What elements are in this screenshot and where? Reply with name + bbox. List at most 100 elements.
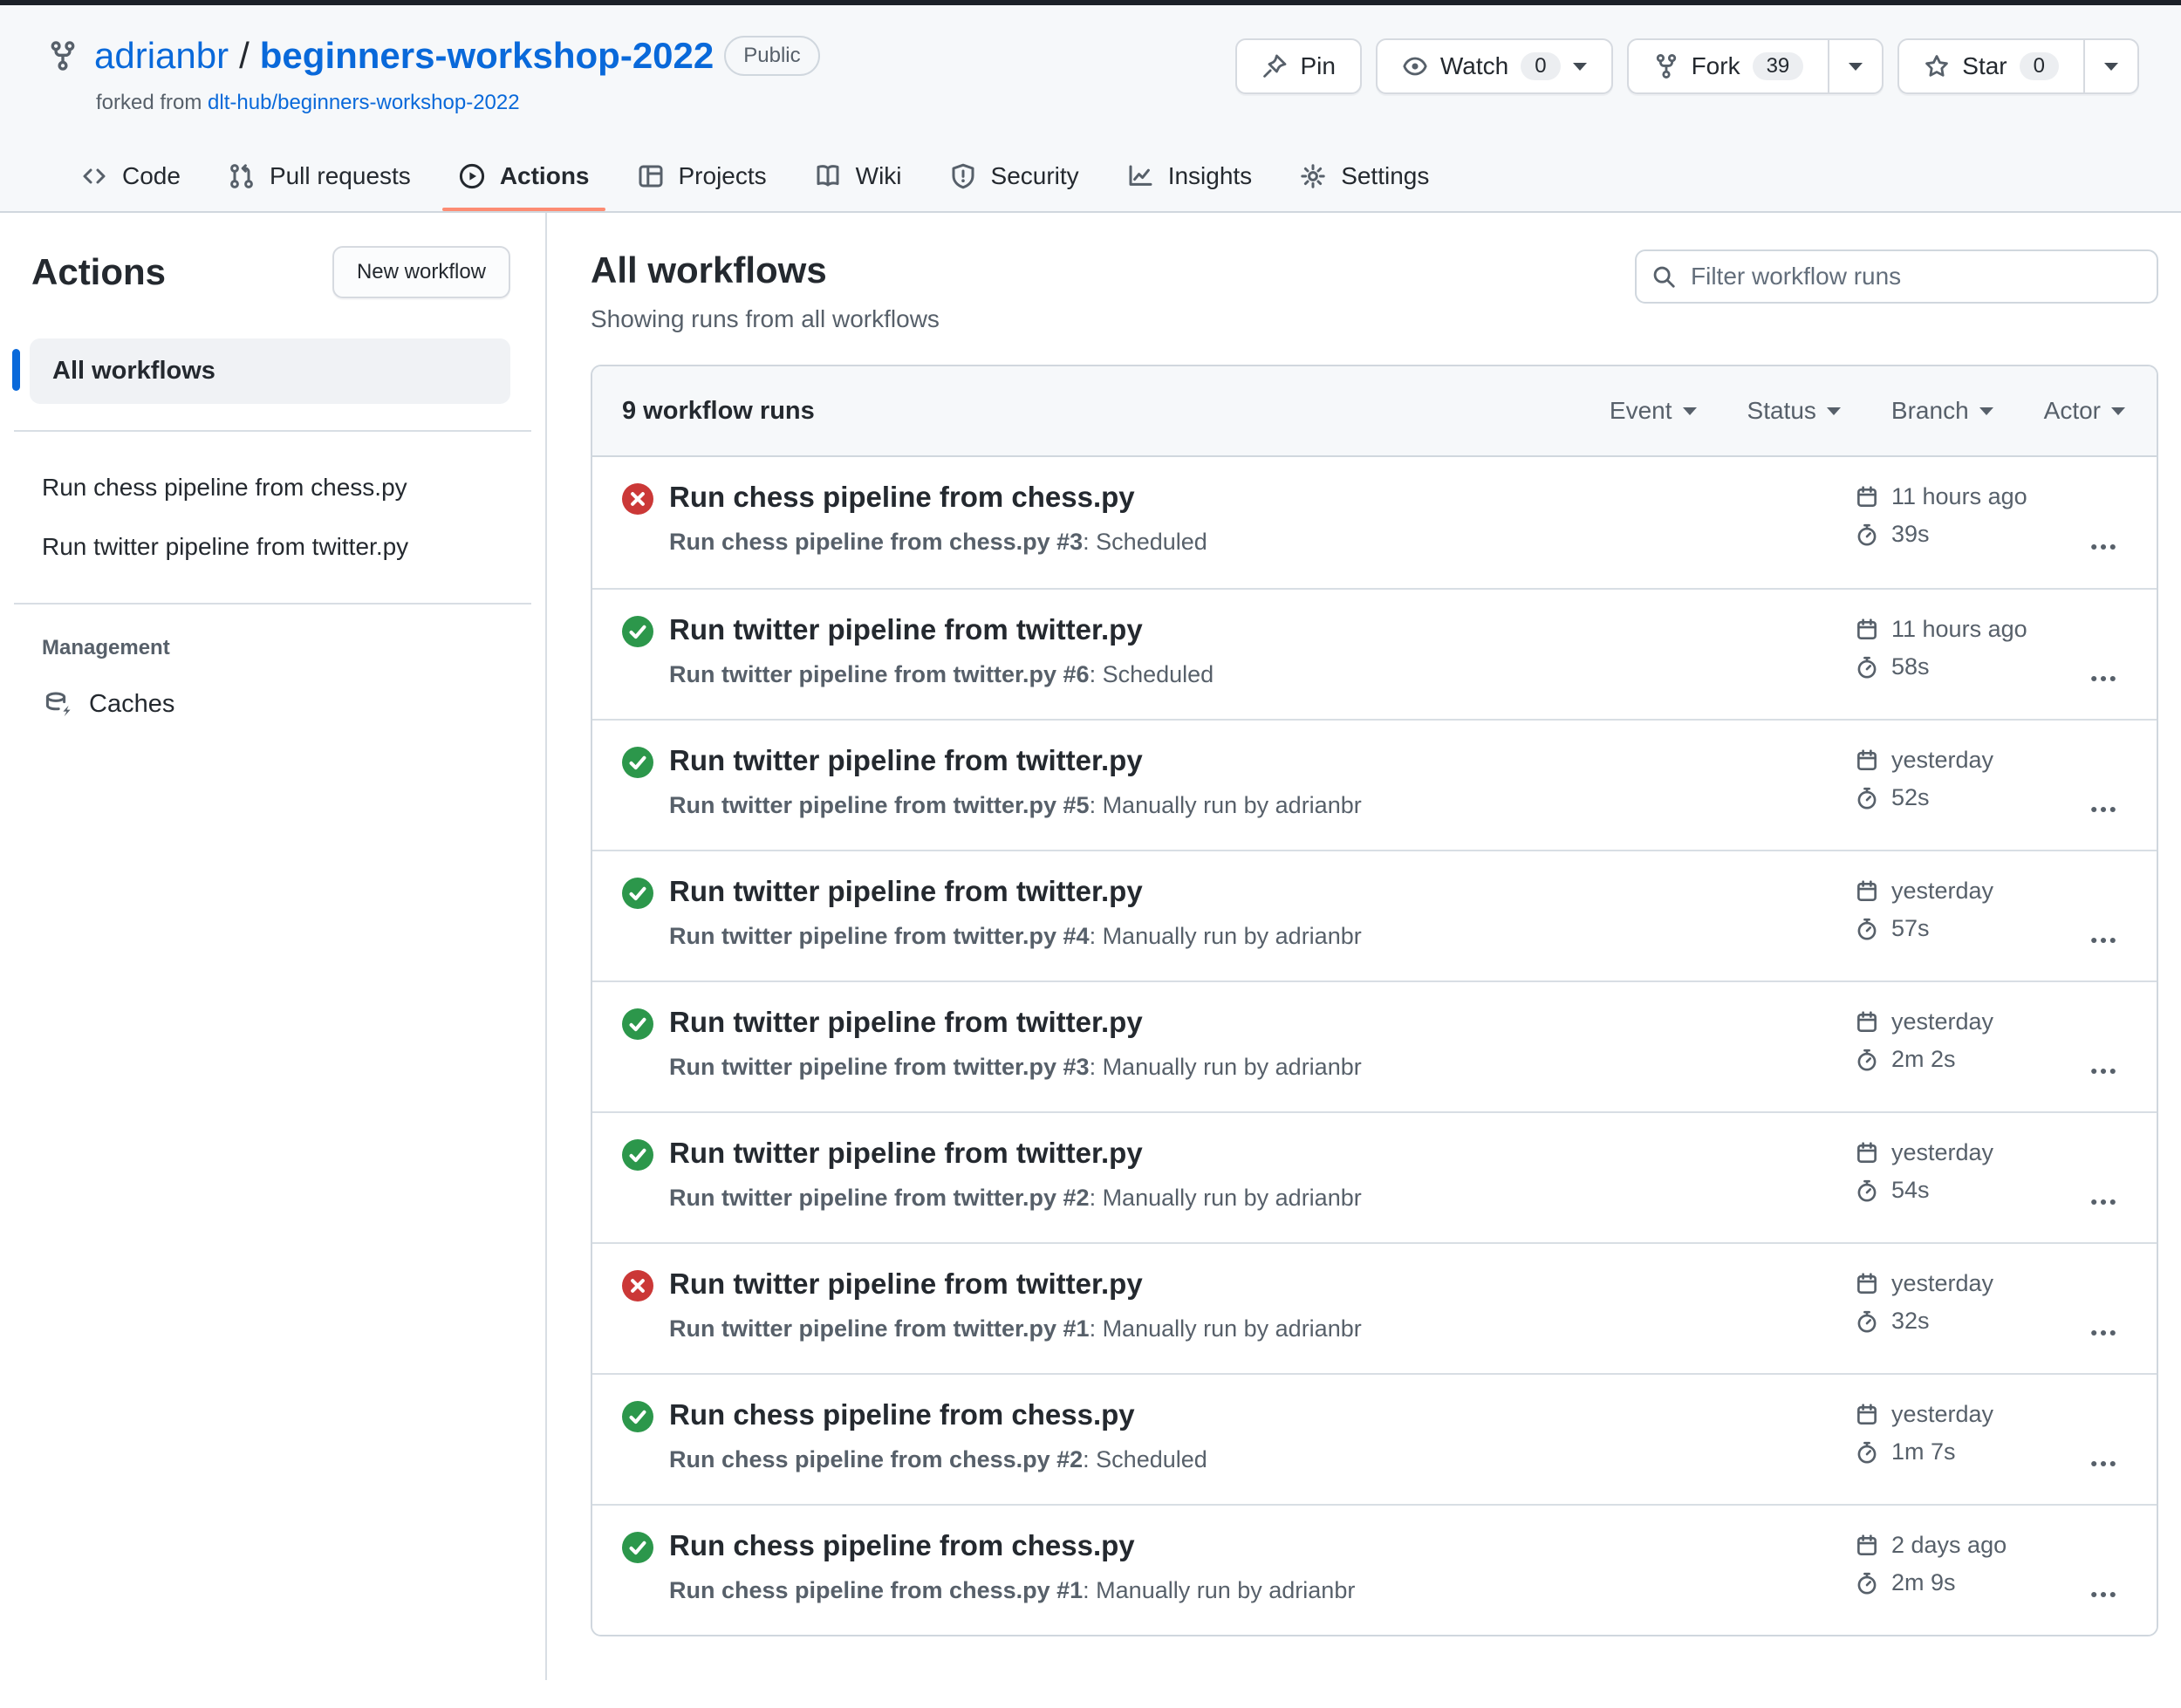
sidebar-item-caches[interactable]: Caches <box>44 690 545 719</box>
selected-item-marker <box>12 349 20 391</box>
tab-insights[interactable]: Insights <box>1111 141 1268 211</box>
workflow-run-event-text: : Manually run by adrianbr <box>1089 923 1362 949</box>
tab-projects[interactable]: Projects <box>621 141 783 211</box>
kebab-menu-button[interactable] <box>2073 874 2134 980</box>
sidebar-item-all-workflows[interactable]: All workflows <box>30 338 510 404</box>
calendar-icon <box>1855 748 1879 773</box>
fork-dropdown[interactable] <box>1828 40 1882 92</box>
tab-settings[interactable]: Settings <box>1283 141 1445 211</box>
workflow-run-row[interactable]: Run twitter pipeline from twitter.py Run… <box>592 588 2157 719</box>
workflow-run-description: Run chess pipeline from chess.py #3: Sch… <box>669 529 1855 556</box>
workflow-run-number-link[interactable]: Run chess pipeline from chess.py #3 <box>669 529 1083 555</box>
workflow-run-number-link[interactable]: Run chess pipeline from chess.py #1 <box>669 1577 1083 1603</box>
workflow-run-number-link[interactable]: Run chess pipeline from chess.py #2 <box>669 1446 1083 1472</box>
kebab-menu-button[interactable] <box>2073 1136 2134 1242</box>
repo-breadcrumb: adrianbr / beginners-workshop-2022 Publi… <box>94 35 820 77</box>
workflow-run-title-link[interactable]: Run twitter pipeline from twitter.py <box>669 1136 1143 1171</box>
forked-from-link[interactable]: dlt-hub/beginners-workshop-2022 <box>208 91 520 114</box>
run-time: yesterday <box>1891 1401 1994 1427</box>
calendar-icon <box>1855 1141 1879 1165</box>
filter-workflow-runs-input[interactable] <box>1635 249 2158 304</box>
workflow-run-row[interactable]: Run twitter pipeline from twitter.py Run… <box>592 1111 2157 1242</box>
workflow-run-number-link[interactable]: Run twitter pipeline from twitter.py #5 <box>669 792 1090 818</box>
tab-pull-requests[interactable]: Pull requests <box>212 141 427 211</box>
workflow-run-title-link[interactable]: Run twitter pipeline from twitter.py <box>669 743 1143 778</box>
tab-actions[interactable]: Actions <box>441 141 605 211</box>
workflow-run-row[interactable]: Run twitter pipeline from twitter.py Run… <box>592 1242 2157 1373</box>
star-button[interactable]: Star 0 <box>1897 38 2139 94</box>
chevron-down-icon <box>2111 407 2125 415</box>
kebab-menu-button[interactable] <box>2073 1528 2134 1635</box>
workflow-run-title-link[interactable]: Run twitter pipeline from twitter.py <box>669 1267 1143 1301</box>
tab-wiki[interactable]: Wiki <box>798 141 918 211</box>
workflow-run-number-link[interactable]: Run twitter pipeline from twitter.py #1 <box>669 1315 1090 1342</box>
workflow-run-row[interactable]: Run twitter pipeline from twitter.py Run… <box>592 850 2157 980</box>
workflow-run-title-link[interactable]: Run chess pipeline from chess.py <box>669 1397 1135 1432</box>
fork-button[interactable]: Fork 39 <box>1626 38 1884 94</box>
sidebar-title: Actions <box>31 251 167 292</box>
repo-forked-icon <box>1653 53 1679 79</box>
kebab-menu-button[interactable] <box>2073 743 2134 850</box>
workflow-run-number-link[interactable]: Run twitter pipeline from twitter.py #6 <box>669 661 1090 687</box>
workflow-run-title-link[interactable]: Run chess pipeline from chess.py <box>669 1528 1135 1563</box>
kebab-menu-button[interactable] <box>2073 480 2134 588</box>
kebab-icon <box>2091 1591 2116 1598</box>
check-circle-icon <box>622 1401 653 1432</box>
code-icon <box>80 162 108 190</box>
workflow-run-number-link[interactable]: Run twitter pipeline from twitter.py #4 <box>669 923 1090 949</box>
run-time: 11 hours ago <box>1891 616 2027 642</box>
kebab-menu-button[interactable] <box>2073 1005 2134 1111</box>
run-duration: 52s <box>1891 784 1930 810</box>
workflow-run-row[interactable]: Run chess pipeline from chess.py Run che… <box>592 1504 2157 1635</box>
tab-label: Projects <box>678 162 767 189</box>
kebab-menu-button[interactable] <box>2073 1397 2134 1504</box>
watch-button[interactable]: Watch 0 <box>1375 38 1613 94</box>
shield-icon <box>949 162 977 190</box>
run-time: 11 hours ago <box>1891 483 2027 509</box>
star-count: 0 <box>2019 52 2059 80</box>
workflow-run-title-link[interactable]: Run twitter pipeline from twitter.py <box>669 1005 1143 1040</box>
run-time: yesterday <box>1891 1270 1994 1296</box>
kebab-menu-button[interactable] <box>2073 1267 2134 1373</box>
workflow-run-title-link[interactable]: Run chess pipeline from chess.py <box>669 480 1135 515</box>
pin-button[interactable]: Pin <box>1235 38 1362 94</box>
actor-filter-dropdown[interactable]: Actor <box>2044 397 2125 425</box>
workflow-run-description: Run twitter pipeline from twitter.py #1:… <box>669 1315 1855 1342</box>
workflow-run-row[interactable]: Run chess pipeline from chess.py Run che… <box>592 457 2157 588</box>
tab-code[interactable]: Code <box>65 141 196 211</box>
workflow-run-row[interactable]: Run chess pipeline from chess.py Run che… <box>592 1373 2157 1504</box>
workflow-run-row[interactable]: Run twitter pipeline from twitter.py Run… <box>592 980 2157 1111</box>
star-button-label: Star <box>1962 52 2007 79</box>
page-subtitle: Showing runs from all workflows <box>591 305 940 332</box>
kebab-menu-button[interactable] <box>2073 612 2134 719</box>
status-filter-dropdown[interactable]: Status <box>1747 397 1841 425</box>
workflow-run-event-text: : Manually run by adrianbr <box>1089 1315 1362 1342</box>
tab-label: Code <box>122 162 181 189</box>
sidebar-item-workflow-chess[interactable]: Run chess pipeline from chess.py <box>0 458 545 517</box>
workflow-run-number-link[interactable]: Run twitter pipeline from twitter.py #2 <box>669 1185 1090 1211</box>
star-dropdown[interactable] <box>2083 40 2137 92</box>
event-filter-dropdown[interactable]: Event <box>1610 397 1697 425</box>
workflow-run-event-text: : Manually run by adrianbr <box>1089 1054 1362 1080</box>
branch-filter-dropdown[interactable]: Branch <box>1891 397 1993 425</box>
check-circle-icon <box>622 616 653 647</box>
workflow-run-meta: 11 hours ago 58s <box>1855 612 2073 719</box>
run-time: yesterday <box>1891 1139 1994 1165</box>
tab-label: Insights <box>1167 162 1253 189</box>
sidebar-item-workflow-twitter[interactable]: Run twitter pipeline from twitter.py <box>0 517 545 577</box>
calendar-icon <box>1855 618 1879 642</box>
repo-owner-link[interactable]: adrianbr <box>94 35 229 77</box>
new-workflow-button[interactable]: New workflow <box>332 246 510 298</box>
book-icon <box>814 162 842 190</box>
tab-label: Settings <box>1341 162 1430 189</box>
workflow-run-number-link[interactable]: Run twitter pipeline from twitter.py #3 <box>669 1054 1090 1080</box>
workflow-run-title-link[interactable]: Run twitter pipeline from twitter.py <box>669 612 1143 647</box>
repo-name-link[interactable]: beginners-workshop-2022 <box>260 35 714 77</box>
tab-security[interactable]: Security <box>933 141 1095 211</box>
calendar-icon <box>1855 1272 1879 1296</box>
calendar-icon <box>1855 879 1879 904</box>
table-icon <box>637 162 665 190</box>
workflow-run-title-link[interactable]: Run twitter pipeline from twitter.py <box>669 874 1143 909</box>
workflow-run-meta: yesterday 2m 2s <box>1855 1005 2073 1111</box>
workflow-run-row[interactable]: Run twitter pipeline from twitter.py Run… <box>592 719 2157 850</box>
